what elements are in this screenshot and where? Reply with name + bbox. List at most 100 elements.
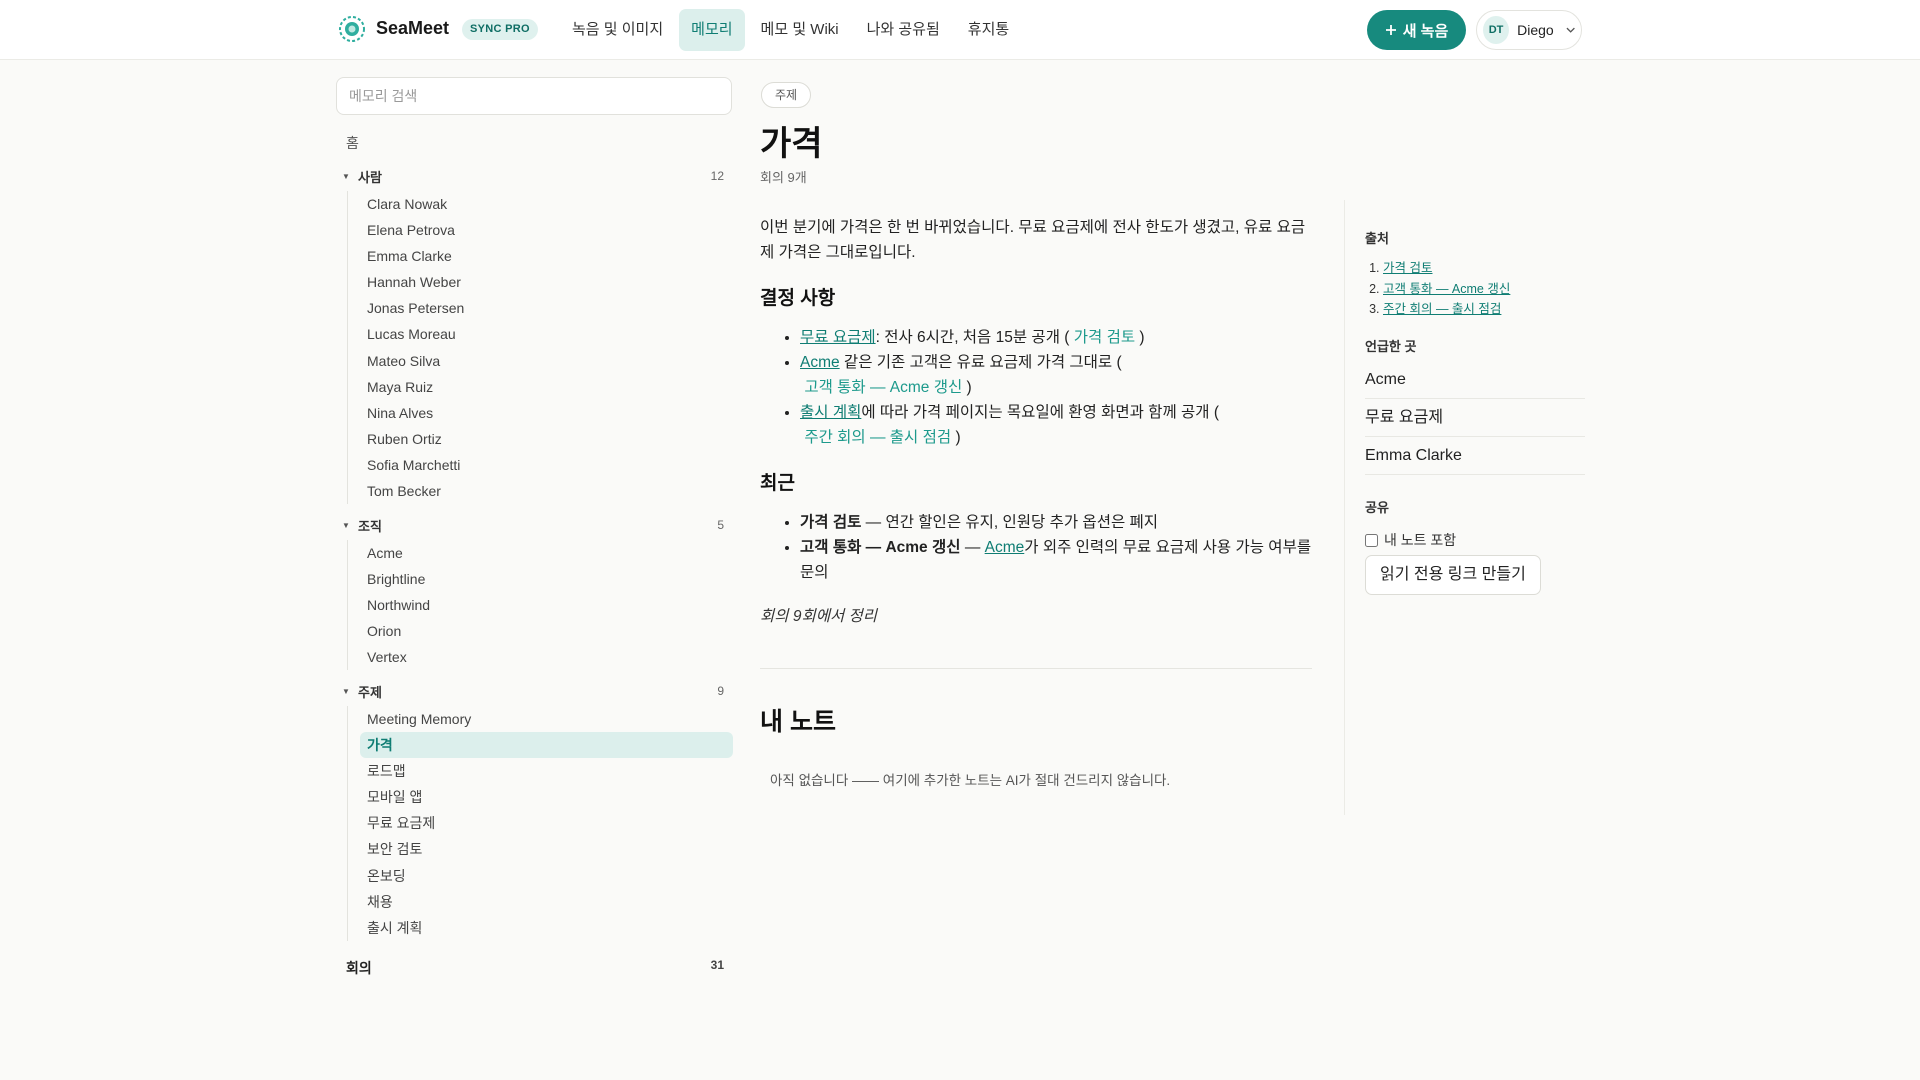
share-heading: 공유	[1365, 500, 1389, 515]
sidebar-item-person[interactable]: Sofia Marchetti	[348, 452, 733, 478]
user-menu-button[interactable]: DT Diego	[1476, 10, 1582, 50]
meetings-count: 31	[710, 958, 724, 972]
include-notes-row[interactable]: 내 노트 포함	[1365, 530, 1585, 550]
rail-divider	[1344, 200, 1345, 815]
decision-text: 에 따라 가격 페이지는 목요일에 환영 화면과 함께 공개 (	[861, 404, 1220, 421]
sources-heading: 출처	[1365, 231, 1389, 246]
sidebar-item-person[interactable]: Jonas Petersen	[348, 295, 733, 321]
group-label: 주제	[358, 684, 382, 700]
sidebar-item-person[interactable]: Lucas Moreau	[348, 321, 733, 347]
caret-down-icon: ▼	[342, 686, 350, 696]
entity-link[interactable]: Acme	[800, 354, 840, 371]
user-name: Diego	[1517, 22, 1554, 38]
sidebar-home[interactable]: 홈	[346, 133, 359, 153]
sidebar-item-org[interactable]: Orion	[348, 618, 733, 644]
summary-footnote: 회의 9회에서 정리	[760, 608, 878, 625]
sidebar-item-topic[interactable]: 채용	[348, 889, 733, 915]
sidebar-item-person[interactable]: Elena Petrova	[348, 217, 733, 243]
source-item: 고객 통화 — Acme 갱신	[1383, 279, 1585, 300]
top-bar: SeaMeet SYNC PRO 녹음 및 이미지 메모리 메모 및 Wiki …	[0, 0, 1920, 60]
sidebar-item-topic[interactable]: 출시 계획	[348, 915, 733, 941]
share-section: 공유 내 노트 포함 읽기 전용 링크 만들기	[1365, 497, 1585, 595]
source-item: 주간 회의 — 출시 점검	[1383, 299, 1585, 320]
sidebar-group-orgs[interactable]: ▼ 조직 5	[342, 515, 724, 535]
source-link[interactable]: 고객 통화 — Acme 갱신	[1383, 282, 1510, 296]
sidebar-item-org[interactable]: Acme	[348, 540, 733, 566]
new-recording-button[interactable]: 새 녹음	[1367, 10, 1466, 50]
my-notes-empty-state[interactable]: 아직 없습니다 —— 여기에 추가한 노트는 AI가 절대 건드리지 않습니다.	[770, 769, 1170, 789]
topic-body: 이번 분기에 가격은 한 번 바뀌었습니다. 무료 요금제에 전사 한도가 생겼…	[760, 215, 1312, 629]
nav-trash[interactable]: 휴지통	[956, 9, 1021, 51]
sidebar-item-person[interactable]: Tom Becker	[348, 478, 733, 504]
page-title: 가격	[760, 125, 823, 163]
group-count: 5	[717, 518, 724, 532]
recent-heading: 최근	[760, 473, 795, 494]
brand-name: SeaMeet	[376, 18, 450, 38]
sidebar-item-topic[interactable]: 보안 검토	[348, 836, 733, 862]
avatar: DT	[1483, 16, 1510, 44]
sidebar-item-org[interactable]: Brightline	[348, 566, 733, 592]
source-link[interactable]: 고객 통화 — Acme 갱신	[804, 379, 962, 396]
sidebar-item-person[interactable]: Mateo Silva	[348, 348, 733, 374]
sidebar-group-meetings[interactable]: 회의 31	[346, 958, 724, 978]
recent-meeting-title[interactable]: 고객 통화 — Acme 갱신	[800, 539, 961, 556]
sidebar-group-topics[interactable]: ▼ 주제 9	[342, 681, 724, 701]
sidebar-item-person[interactable]: Emma Clarke	[348, 243, 733, 269]
sidebar-item-topic[interactable]: 모바일 앱	[348, 784, 733, 810]
recent-item: 고객 통화 — Acme 갱신 — Acme가 외주 인력의 무료 요금제 사용…	[800, 535, 1312, 585]
plus-icon	[1385, 25, 1396, 35]
mentioned-heading: 언급한 곳	[1365, 339, 1417, 354]
source-link[interactable]: 가격 검토	[1074, 329, 1135, 346]
source-item: 가격 검토	[1383, 258, 1585, 279]
sidebar-item-topic[interactable]: Meeting Memory	[348, 706, 733, 732]
memory-search-input[interactable]	[336, 77, 732, 115]
sidebar-item-topic-active[interactable]: 가격	[360, 732, 733, 759]
sidebar-item-person[interactable]: Hannah Weber	[348, 269, 733, 295]
intro-text: 이번 분기에 가격은 한 번 바뀌었습니다. 무료 요금제에 전사 한도가 생겼…	[760, 219, 1306, 261]
nav-shared-with-me[interactable]: 나와 공유됨	[855, 9, 952, 51]
orgs-list: Acme Brightline Northwind Orion Vertex	[347, 540, 733, 671]
recent-meeting-title[interactable]: 가격 검토	[800, 514, 861, 531]
chevron-down-icon	[1566, 27, 1575, 33]
caret-down-icon: ▼	[342, 171, 350, 181]
recent-list: 가격 검토 — 연간 할인은 유지, 인원당 추가 옵션은 폐지 고객 통화 —…	[800, 510, 1312, 585]
nav-recordings[interactable]: 녹음 및 이미지	[560, 9, 675, 51]
readonly-link-button[interactable]: 읽기 전용 링크 만들기	[1365, 555, 1541, 595]
sidebar-item-person[interactable]: Clara Nowak	[348, 191, 733, 217]
decision-item: 무료 요금제: 전사 6시간, 처음 15분 공개 ( 가격 검토 )	[800, 325, 1312, 350]
main-nav: 녹음 및 이미지 메모리 메모 및 Wiki 나와 공유됨 휴지통	[560, 9, 1021, 51]
group-count: 9	[717, 684, 724, 698]
sidebar-item-topic[interactable]: 온보딩	[348, 863, 733, 889]
decision-item: 출시 계획에 따라 가격 페이지는 목요일에 환영 화면과 함께 공개 ( 주간…	[800, 400, 1312, 450]
sidebar-item-org[interactable]: Northwind	[348, 592, 733, 618]
sidebar-item-topic[interactable]: 무료 요금제	[348, 810, 733, 836]
sidebar-item-person[interactable]: Nina Alves	[348, 400, 733, 426]
sidebar-item-person[interactable]: Ruben Ortiz	[348, 426, 733, 452]
recent-item: 가격 검토 — 연간 할인은 유지, 인원당 추가 옵션은 폐지	[800, 510, 1312, 535]
include-notes-label: 내 노트 포함	[1384, 532, 1457, 548]
sources-list: 가격 검토 고객 통화 — Acme 갱신 주간 회의 — 출시 점검	[1383, 258, 1585, 320]
source-link[interactable]: 주간 회의 — 출시 점검	[804, 429, 951, 446]
people-list: Clara Nowak Elena Petrova Emma Clarke Ha…	[347, 191, 733, 505]
nav-notes-wiki[interactable]: 메모 및 Wiki	[749, 9, 851, 51]
caret-down-icon: ▼	[342, 520, 350, 530]
my-notes-heading: 내 노트	[760, 708, 836, 736]
sidebar-group-people[interactable]: ▼ 사람 12	[342, 166, 724, 186]
entity-link[interactable]: 출시 계획	[800, 404, 861, 421]
mention-item[interactable]: Acme	[1365, 361, 1585, 399]
plan-badge: SYNC PRO	[462, 19, 538, 40]
entity-link[interactable]: 무료 요금제	[800, 329, 876, 346]
paren-close: )	[966, 379, 972, 396]
entity-link[interactable]: Acme	[985, 539, 1025, 556]
topics-list: Meeting Memory 가격 로드맵 모바일 앱 무료 요금제 보안 검토…	[347, 706, 733, 941]
sidebar-item-topic[interactable]: 로드맵	[348, 758, 733, 784]
seameet-logo-icon	[339, 16, 365, 42]
sidebar-item-person[interactable]: Maya Ruiz	[348, 374, 733, 400]
nav-memory[interactable]: 메모리	[679, 9, 745, 51]
include-notes-checkbox[interactable]	[1365, 533, 1378, 547]
sidebar-item-org[interactable]: Vertex	[348, 644, 733, 670]
mention-item[interactable]: 무료 요금제	[1365, 399, 1585, 437]
source-link[interactable]: 주간 회의 — 출시 점검	[1383, 302, 1501, 316]
mention-item[interactable]: Emma Clarke	[1365, 437, 1585, 475]
source-link[interactable]: 가격 검토	[1383, 261, 1432, 275]
